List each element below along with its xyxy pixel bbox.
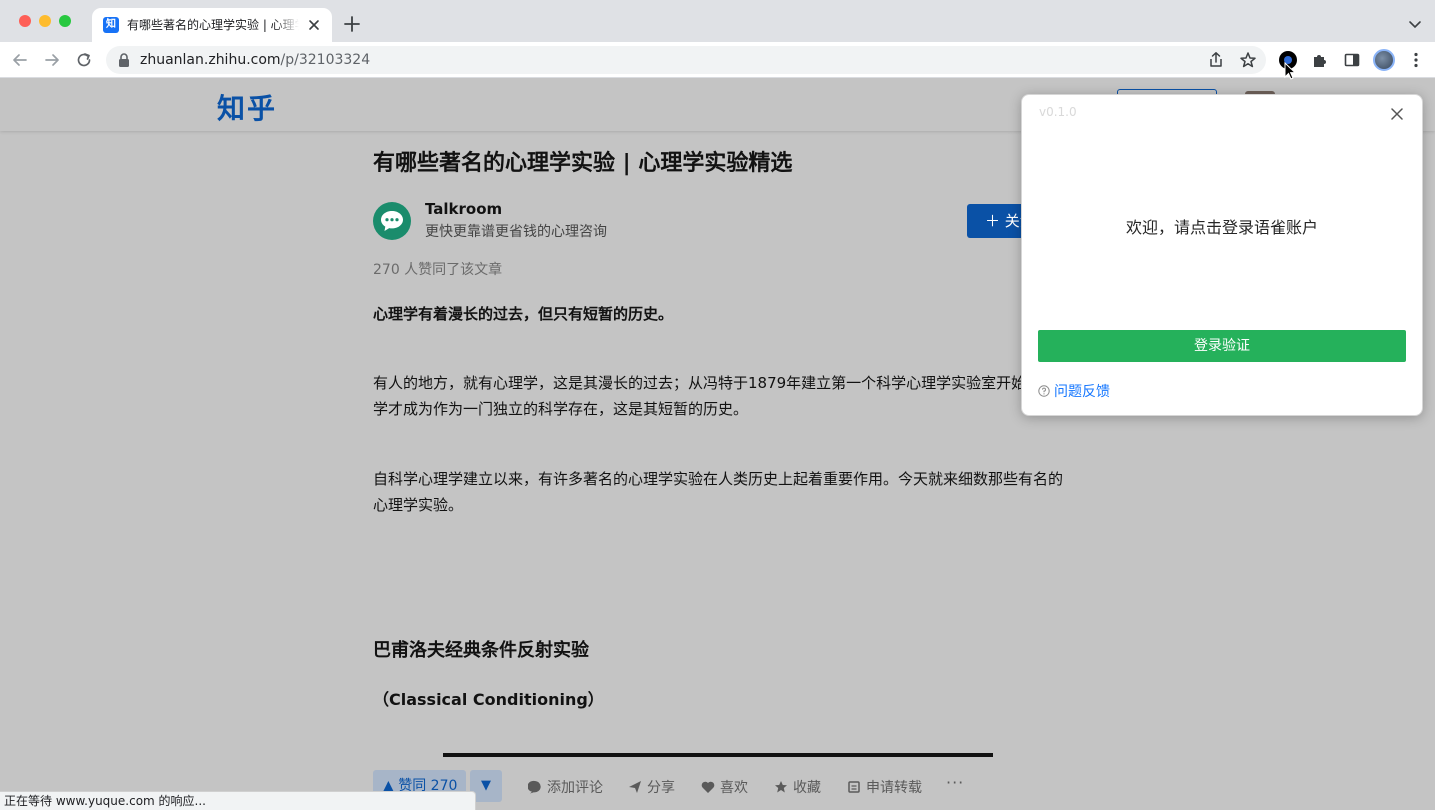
more-actions-button[interactable]: ··· xyxy=(946,773,964,792)
yuque-extension-popup: v0.1.0 欢迎，请点击登录语雀账户 登录验证 问题反馈 xyxy=(1021,94,1423,416)
comment-button[interactable]: 添加评论 xyxy=(528,777,603,797)
article-title: 有哪些著名的心理学实验 | 心理学实验精选 xyxy=(373,151,793,176)
feedback-label: 问题反馈 xyxy=(1054,384,1110,400)
comment-icon xyxy=(528,780,541,794)
popup-welcome-text: 欢迎，请点击登录语雀账户 xyxy=(1125,218,1318,237)
feedback-link[interactable]: 问题反馈 xyxy=(1038,381,1110,401)
star-icon[interactable] xyxy=(1239,51,1257,69)
lock-icon[interactable] xyxy=(118,53,130,67)
star-icon xyxy=(775,781,787,793)
browser-tab-active[interactable]: 知 有哪些著名的心理学实验 | 心理学实验精选 xyxy=(92,8,332,42)
url-text[interactable]: zhuanlan.zhihu.com/p/32103324 xyxy=(140,51,370,69)
popup-version: v0.1.0 xyxy=(1039,105,1077,119)
window-minimize-button[interactable] xyxy=(39,15,51,27)
new-tab-icon[interactable] xyxy=(343,15,361,33)
side-panel-icon[interactable] xyxy=(1343,51,1361,69)
forward-icon[interactable] xyxy=(43,51,61,69)
paragraph-intro: 心理学有着漫长的过去，但只有短暂的历史。 xyxy=(373,305,674,323)
mouse-cursor-icon xyxy=(1284,62,1296,80)
author-avatar[interactable] xyxy=(373,202,411,240)
tab-title: 有哪些著名的心理学实验 | 心理学实验精选 xyxy=(127,18,299,32)
window-zoom-button[interactable] xyxy=(59,15,71,27)
document-icon xyxy=(848,781,860,793)
collect-button[interactable]: 收藏 xyxy=(774,777,821,797)
repost-label: 申请转载 xyxy=(866,780,922,796)
section-heading: 巴甫洛夫经典条件反射实验 xyxy=(373,640,589,661)
window-close-button[interactable] xyxy=(19,15,31,27)
status-bubble: 正在等待 www.yuque.com 的响应... xyxy=(0,791,476,810)
paper-plane-icon xyxy=(629,781,641,793)
chat-bubble-icon xyxy=(381,211,403,231)
login-verify-button[interactable]: 登录验证 xyxy=(1038,330,1406,362)
zhihu-logo[interactable]: 知乎 xyxy=(217,87,277,127)
profile-avatar[interactable] xyxy=(1373,49,1395,71)
section-subheading: （Classical Conditioning） xyxy=(373,690,604,709)
collect-label: 收藏 xyxy=(793,780,821,796)
paragraph-history: 有人的地方，就有心理学，这是其漫长的过去；从冯特于1879年建立第一个科学心理学… xyxy=(373,374,1072,418)
share-label: 分享 xyxy=(647,780,675,796)
share-button[interactable]: 分享 xyxy=(628,777,675,797)
like-label: 喜欢 xyxy=(720,780,748,796)
address-bar[interactable]: zhuanlan.zhihu.com/p/32103324 xyxy=(106,46,1266,74)
puzzle-icon[interactable] xyxy=(1311,51,1329,69)
author-description: 更快更靠谱更省钱的心理咨询 xyxy=(425,224,607,240)
url-path: /p/32103324 xyxy=(280,52,371,68)
tab-strip: 知 有哪些著名的心理学实验 | 心理学实验精选 xyxy=(0,0,1435,42)
author-name[interactable]: Talkroom xyxy=(425,200,502,218)
heart-icon xyxy=(701,781,715,793)
tab-close-icon[interactable] xyxy=(306,17,322,33)
voter-count[interactable]: 270 人赞同了该文章 xyxy=(373,259,502,279)
back-icon[interactable] xyxy=(11,51,29,69)
share-icon[interactable] xyxy=(1207,51,1225,69)
kebab-menu-icon[interactable] xyxy=(1407,51,1425,69)
figure-image xyxy=(443,753,993,757)
close-icon[interactable] xyxy=(1389,106,1405,122)
repost-button[interactable]: 申请转载 xyxy=(847,777,922,797)
comment-label: 添加评论 xyxy=(547,780,603,796)
question-circle-icon xyxy=(1038,385,1050,397)
zhihu-favicon-icon: 知 xyxy=(103,17,119,33)
browser-toolbar: zhuanlan.zhihu.com/p/32103324 xyxy=(0,42,1435,78)
paragraph-overview: 自科学心理学建立以来，有许多著名的心理学实验在人类历史上起着重要作用。今天就来细… xyxy=(373,470,1064,514)
url-host: zhuanlan.zhihu.com xyxy=(140,52,281,68)
like-button[interactable]: 喜欢 xyxy=(701,777,748,797)
tab-search-chevron-icon[interactable] xyxy=(1408,17,1422,31)
reload-icon[interactable] xyxy=(75,51,93,69)
